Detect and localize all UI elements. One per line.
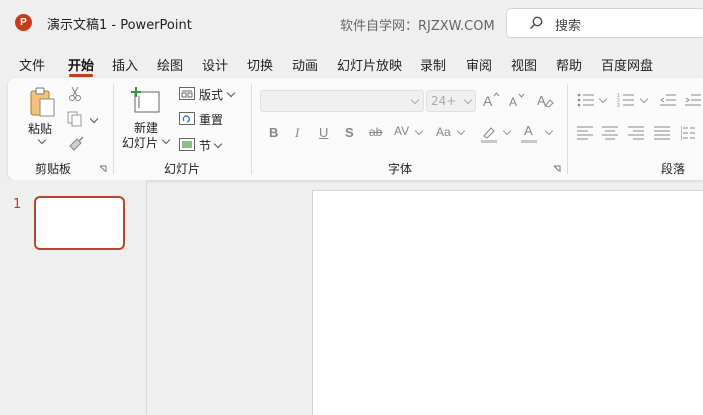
tab-draw[interactable]: 绘图	[157, 55, 183, 74]
new-slide-dropdown-icon[interactable]	[161, 135, 171, 145]
font-size-value: 24+	[431, 94, 457, 108]
layout-label[interactable]: 版式	[199, 86, 223, 103]
font-group-label: 字体	[388, 162, 413, 176]
search-icon	[530, 16, 543, 29]
new-slide-label-line2[interactable]: 幻灯片	[122, 134, 158, 151]
new-slide-icon[interactable]	[129, 86, 161, 114]
slide-canvas[interactable]	[312, 190, 703, 415]
font-launcher-icon[interactable]	[553, 165, 561, 173]
font-color-dropdown-icon[interactable]	[544, 126, 554, 136]
svg-text:3: 3	[617, 103, 620, 107]
tab-insert[interactable]: 插入	[112, 55, 138, 74]
powerpoint-logo-icon: P	[15, 14, 32, 31]
copy-icon[interactable]	[67, 111, 83, 127]
highlight-color-icon[interactable]	[480, 125, 498, 143]
slide-thumbnail[interactable]	[34, 196, 125, 250]
shadow-button[interactable]: S	[345, 125, 354, 140]
paste-icon[interactable]	[28, 86, 56, 118]
clipboard-group-label: 剪贴板	[35, 162, 72, 176]
columns-icon[interactable]	[681, 125, 697, 141]
tab-baidu-netdisk[interactable]: 百度网盘	[601, 55, 653, 74]
site-watermark-text: 软件自学网：RJZXW.COM	[340, 19, 495, 34]
group-separator	[567, 84, 568, 174]
clear-formatting-icon[interactable]: A	[536, 91, 554, 109]
tab-home[interactable]: 开始	[68, 55, 94, 74]
svg-text:A: A	[483, 93, 493, 108]
cut-icon[interactable]	[68, 86, 82, 102]
group-separator	[251, 84, 252, 174]
font-name-dropdown-icon[interactable]	[410, 95, 420, 105]
font-name-field[interactable]	[260, 90, 424, 112]
paste-dropdown-icon[interactable]	[37, 135, 47, 145]
tab-design[interactable]: 设计	[202, 55, 228, 74]
change-case-dropdown-icon[interactable]	[456, 126, 466, 136]
font-size-field[interactable]: 24+	[426, 90, 476, 112]
ribbon-tab-bar: 文件 开始 插入 绘图 设计 切换 动画 幻灯片放映 录制 审阅 视图 帮助 百…	[0, 50, 703, 77]
title-bar: P 演示文稿1 - PowerPoint 软件自学网：RJZXW.COM 搜索	[0, 0, 703, 46]
character-spacing-dropdown-icon[interactable]	[414, 126, 424, 136]
font-color-bar	[521, 140, 537, 143]
tab-transitions[interactable]: 切换	[247, 55, 273, 74]
justify-icon[interactable]	[654, 126, 670, 140]
ribbon: 粘贴 剪贴板 新建 幻灯片 版式 重置 节 幻灯片 24+ A A A B I …	[8, 78, 703, 180]
paragraph-group-label: 段落	[661, 162, 686, 176]
tab-slide-show[interactable]: 幻灯片放映	[337, 55, 402, 74]
section-label[interactable]: 节	[199, 137, 211, 154]
bullets-dropdown-icon[interactable]	[598, 94, 608, 104]
paste-label[interactable]: 粘贴	[28, 120, 52, 137]
layout-icon[interactable]	[179, 87, 195, 100]
layout-dropdown-icon[interactable]	[226, 88, 236, 98]
tab-help[interactable]: 帮助	[556, 55, 582, 74]
clipboard-launcher-icon[interactable]	[99, 165, 107, 173]
underline-button[interactable]: U	[319, 125, 328, 140]
decrease-indent-icon[interactable]	[660, 93, 676, 107]
align-center-icon[interactable]	[602, 126, 618, 140]
svg-text:A: A	[509, 95, 517, 108]
bullets-icon[interactable]	[577, 93, 595, 107]
strikethrough-button[interactable]: ab	[369, 125, 382, 139]
group-separator	[113, 84, 114, 174]
tab-record[interactable]: 录制	[420, 55, 446, 74]
section-dropdown-icon[interactable]	[213, 139, 223, 149]
format-painter-icon[interactable]	[68, 136, 84, 152]
section-icon[interactable]	[179, 138, 195, 151]
search-box[interactable]: 搜索	[506, 8, 703, 38]
align-left-icon[interactable]	[577, 126, 593, 140]
bold-button[interactable]: B	[269, 125, 278, 140]
font-color-button[interactable]: A	[524, 123, 533, 138]
change-case-button[interactable]: Aa	[436, 125, 451, 139]
numbering-icon[interactable]: 1 2 3	[617, 93, 635, 107]
search-placeholder: 搜索	[555, 19, 582, 34]
align-right-icon[interactable]	[628, 126, 644, 140]
character-spacing-button[interactable]: AV	[394, 124, 409, 138]
tab-file[interactable]: 文件	[19, 55, 45, 74]
active-tab-indicator	[69, 74, 93, 77]
font-size-dropdown-icon[interactable]	[463, 95, 473, 105]
copy-dropdown-icon[interactable]	[89, 114, 99, 124]
reset-label[interactable]: 重置	[199, 111, 223, 128]
highlight-color-dropdown-icon[interactable]	[502, 126, 512, 136]
slide-number: 1	[13, 197, 22, 212]
slides-group-label: 幻灯片	[164, 162, 201, 176]
decrease-font-size-icon[interactable]: A	[508, 92, 525, 108]
increase-font-size-icon[interactable]: A	[482, 91, 500, 108]
reset-icon[interactable]	[179, 112, 195, 125]
italic-button[interactable]: I	[295, 125, 299, 141]
tab-animations[interactable]: 动画	[292, 55, 318, 74]
document-title: 演示文稿1 - PowerPoint	[47, 18, 192, 33]
numbering-dropdown-icon[interactable]	[639, 94, 649, 104]
tab-view[interactable]: 视图	[511, 55, 537, 74]
increase-indent-icon[interactable]	[685, 93, 701, 107]
tab-review[interactable]: 审阅	[466, 55, 492, 74]
